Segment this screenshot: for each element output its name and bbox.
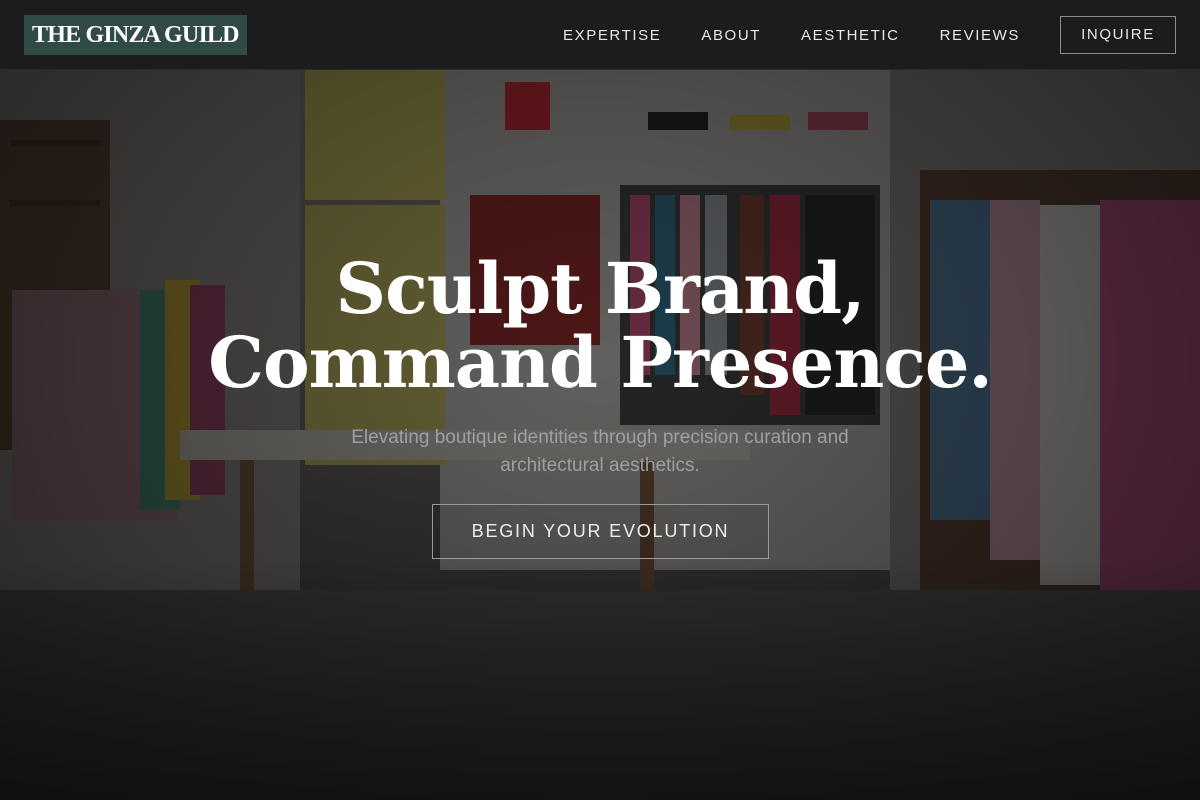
nav-link-about[interactable]: ABOUT: [701, 27, 761, 44]
nav-link-expertise[interactable]: EXPERTISE: [563, 27, 661, 44]
brand-logo[interactable]: THE GINZA GUILD: [24, 15, 247, 55]
begin-evolution-button[interactable]: BEGIN YOUR EVOLUTION: [432, 504, 769, 559]
hero-subtitle: Elevating boutique identities through pr…: [351, 427, 849, 476]
hero-title-line-1: Sculpt Brand,: [335, 247, 866, 330]
hero-title: Sculpt Brand, Command Presence.: [0, 252, 1200, 400]
inquire-button[interactable]: INQUIRE: [1060, 16, 1176, 54]
nav-link-reviews[interactable]: REVIEWS: [940, 27, 1020, 44]
hero-title-line-2: Command Presence.: [208, 321, 993, 404]
nav-links: EXPERTISE ABOUT AESTHETIC REVIEWS: [563, 0, 1020, 70]
top-navbar: THE GINZA GUILD EXPERTISE ABOUT AESTHETI…: [0, 0, 1200, 70]
nav-link-aesthetic[interactable]: AESTHETIC: [801, 27, 900, 44]
